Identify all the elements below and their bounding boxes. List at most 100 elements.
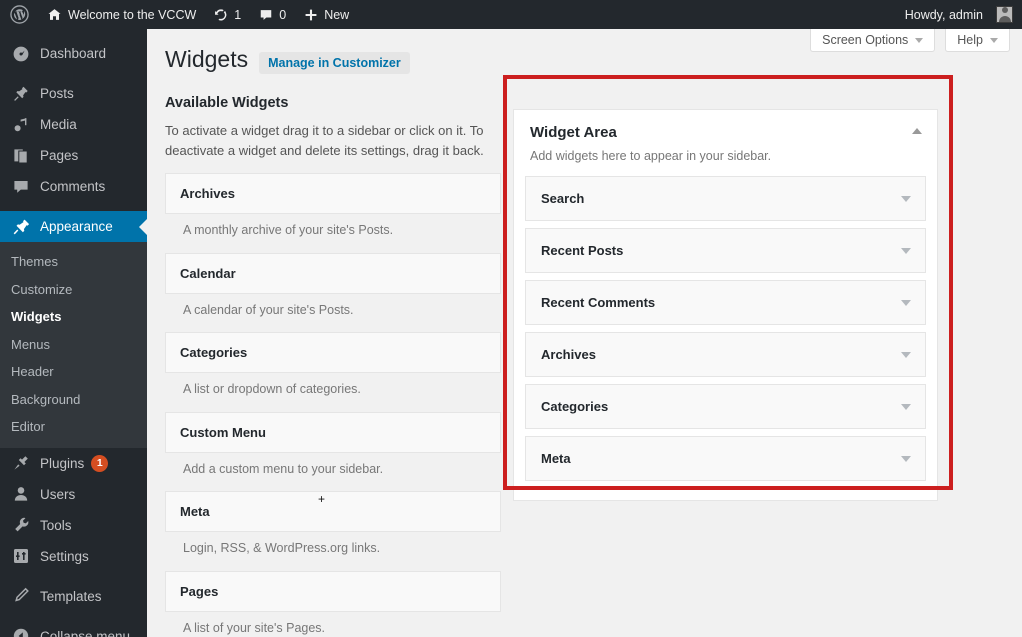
assigned-widget-recent-posts[interactable]: Recent Posts [525,228,926,273]
chevron-up-icon[interactable] [912,128,922,134]
sidebar-item-label: Plugins [40,455,85,471]
help-label: Help [957,33,983,47]
comments-menu[interactable]: 0 [250,0,295,29]
widget-title: Archives [541,347,596,362]
page-header: Widgets Manage in Customizer [165,45,410,75]
sidebar-item-dashboard[interactable]: Dashboard [0,38,147,69]
submenu-item-background[interactable]: Background [0,386,147,414]
sidebar-item-users[interactable]: Users [0,479,147,510]
widget-title: Pages [180,583,219,599]
sidebar-item-comments[interactable]: Comments [0,171,147,202]
my-account-menu[interactable]: Howdy, admin [896,0,1022,29]
tools-wrench-icon [11,515,31,535]
manage-in-customizer-button[interactable]: Manage in Customizer [259,52,410,74]
users-icon [11,484,31,504]
site-name-label: Welcome to the VCCW [68,7,197,22]
sidebar-item-settings[interactable]: Settings [0,541,147,572]
submenu-item-widgets[interactable]: Widgets [0,303,147,331]
chevron-down-icon[interactable] [901,403,911,410]
assigned-widget-recent-comments[interactable]: Recent Comments [525,280,926,325]
submenu-item-themes[interactable]: Themes [0,248,147,276]
sidebar-item-posts[interactable]: Posts [0,78,147,109]
chevron-down-icon[interactable] [901,351,911,358]
comment-bubble-icon [259,8,273,22]
available-widget-categories[interactable]: Categories [165,332,501,374]
admin-sidebar-menu: Dashboard Posts Media Pages Comments App… [0,29,147,637]
updates-icon [214,8,228,22]
settings-sliders-icon [11,546,31,566]
page-title: Widgets [165,46,249,72]
content-area: Screen Options Help Widgets Manage in Cu… [147,29,1022,637]
appearance-submenu: Themes Customize Widgets Menus Header Ba… [0,242,147,448]
available-widget-archives[interactable]: Archives [165,173,501,215]
home-icon [47,7,62,22]
widget-description: A list of your site's Pages. [183,620,326,635]
help-button[interactable]: Help [945,29,1010,52]
chevron-down-icon[interactable] [901,299,911,306]
available-widget-meta[interactable]: Meta [165,491,501,533]
widget-description: Login, RSS, & WordPress.org links. [183,541,381,556]
plus-icon [304,8,318,22]
appearance-brush-icon [11,217,31,237]
wordpress-admin-screen: Welcome to the VCCW 1 0 New Howdy, admin… [0,0,1022,637]
assigned-widget-meta[interactable]: Meta [525,436,926,481]
wordpress-logo-icon [10,5,29,24]
widget-area-header[interactable]: Widget Area Add widgets here to appear i… [514,110,937,176]
templates-pencil-icon [11,586,31,606]
available-widgets-panel: Available Widgets To activate a widget d… [165,95,501,637]
chevron-down-icon [915,37,924,43]
submenu-item-header[interactable]: Header [0,358,147,386]
chevron-down-icon[interactable] [901,455,911,462]
sidebar-item-plugins[interactable]: Plugins 1 [0,448,147,479]
available-widget-pages[interactable]: Pages [165,570,501,612]
sidebar-item-label: Templates [40,588,102,604]
site-name-menu[interactable]: Welcome to the VCCW [38,0,205,29]
sidebar-item-templates[interactable]: Templates [0,581,147,612]
available-widgets-description: To activate a widget drag it to a sideba… [165,123,484,159]
widget-title: Custom Menu [180,424,266,440]
widget-description: A calendar of your site's Posts. [183,302,354,317]
sidebar-item-label: Media [40,116,77,132]
assigned-widget-archives[interactable]: Archives [525,332,926,377]
sidebar-item-collapse-menu[interactable]: Collapse menu [0,621,147,637]
sidebar-item-label: Posts [40,85,74,101]
widget-title: Categories [180,345,248,361]
widget-area-list: Search Recent Posts Recent Comments Arch… [514,176,937,500]
dashboard-icon [11,44,31,64]
chevron-down-icon[interactable] [901,247,911,254]
new-content-menu[interactable]: New [295,0,358,29]
new-label: New [324,7,350,22]
plugins-update-badge: 1 [91,454,109,472]
sidebar-item-pages[interactable]: Pages [0,140,147,171]
available-widget-custom-menu[interactable]: Custom Menu [165,411,501,453]
updates-menu[interactable]: 1 [205,0,250,29]
widget-title: Meta [180,504,210,520]
submenu-item-menus[interactable]: Menus [0,331,147,359]
submenu-item-editor[interactable]: Editor [0,413,147,441]
sidebar-item-label: Collapse menu [40,628,131,637]
widget-title: Archives [180,186,235,202]
available-widget-calendar[interactable]: Calendar [165,252,501,294]
sidebar-item-tools[interactable]: Tools [0,510,147,541]
widget-area-description: Add widgets here to appear in your sideb… [530,149,772,163]
account-greeting: Howdy, admin [904,7,983,22]
chevron-down-icon[interactable] [901,195,911,202]
avatar [996,6,1013,23]
assigned-widget-search[interactable]: Search [525,176,926,221]
sidebar-item-label: Pages [40,147,79,163]
admin-bar: Welcome to the VCCW 1 0 New Howdy, admin [0,0,1022,29]
sidebar-item-label: Users [40,486,76,502]
sidebar-item-media[interactable]: Media [0,109,147,140]
assigned-widget-categories[interactable]: Categories [525,384,926,429]
submenu-item-customize[interactable]: Customize [0,276,147,304]
widget-title: Search [541,191,585,206]
widget-description: A monthly archive of your site's Posts. [183,223,394,238]
widget-title: Recent Posts [541,243,624,258]
wp-logo-menu[interactable] [0,0,38,29]
widget-description: Add a custom menu to your sidebar. [183,461,384,476]
screen-options-button[interactable]: Screen Options [810,29,936,52]
widget-title: Recent Comments [541,295,656,310]
comments-count: 0 [279,7,287,22]
posts-pin-icon [11,84,31,104]
sidebar-item-appearance[interactable]: Appearance [0,211,147,242]
